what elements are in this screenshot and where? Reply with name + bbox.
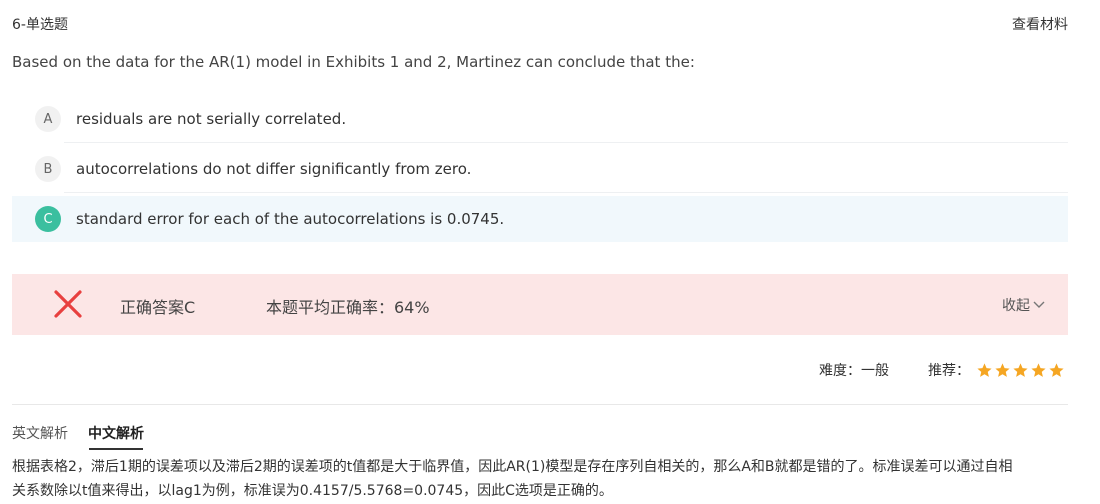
collapse-button[interactable]: 收起	[1002, 295, 1045, 315]
option-b[interactable]: B autocorrelations do not differ signifi…	[12, 146, 1068, 192]
analysis-tabs: 英文解析 中文解析	[12, 423, 164, 450]
chevron-down-icon	[1033, 301, 1045, 308]
star-icon	[995, 363, 1010, 377]
collapse-label: 收起	[1002, 298, 1030, 314]
option-divider	[64, 192, 1068, 193]
option-letter-badge: C	[35, 206, 61, 232]
star-icon	[1013, 363, 1028, 377]
x-icon	[54, 290, 82, 318]
option-divider	[64, 142, 1068, 143]
question-stem: Based on the data for the AR(1) model in…	[12, 53, 695, 71]
option-letter-badge: B	[35, 156, 61, 182]
question-type-label: 6-单选题	[12, 17, 68, 33]
tab-english-analysis[interactable]: 英文解析	[12, 423, 68, 449]
analysis-line: 根据表格2，滞后1期的误差项以及滞后2期的误差项的t值都是大于临界值，因此AR(…	[12, 459, 1013, 475]
tab-chinese-analysis[interactable]: 中文解析	[88, 423, 144, 450]
option-text: standard error for each of the autocorre…	[76, 210, 505, 228]
option-c[interactable]: C standard error for each of the autocor…	[12, 196, 1068, 242]
analysis-text: 根据表格2，滞后1期的误差项以及滞后2期的误差项的t值都是大于临界值，因此AR(…	[12, 455, 1072, 503]
section-divider	[12, 404, 1068, 405]
recommend-rating	[976, 362, 1066, 379]
option-text: autocorrelations do not differ significa…	[76, 160, 472, 178]
difficulty-label: 难度：一般	[819, 363, 889, 379]
result-bar: 正确答案C 本题平均正确率：64% 收起	[12, 274, 1068, 335]
view-material-link[interactable]: 查看材料	[1012, 14, 1068, 34]
recommend-label: 推荐：	[928, 363, 970, 379]
question-header: 6-单选题 查看材料	[12, 14, 1068, 34]
analysis-line: 关系数除以t值来得出，以lag1为例，标准误为0.4157/5.5768=0.0…	[12, 483, 613, 499]
correct-answer: 正确答案C	[120, 298, 196, 317]
option-letter-badge: A	[35, 106, 61, 132]
average-accuracy: 本题平均正确率：64%	[266, 298, 430, 317]
option-a[interactable]: A residuals are not serially correlated.	[12, 96, 1068, 142]
star-icon	[977, 363, 992, 377]
star-icon	[1049, 363, 1064, 377]
option-text: residuals are not serially correlated.	[76, 110, 347, 128]
star-icon	[1031, 363, 1046, 377]
